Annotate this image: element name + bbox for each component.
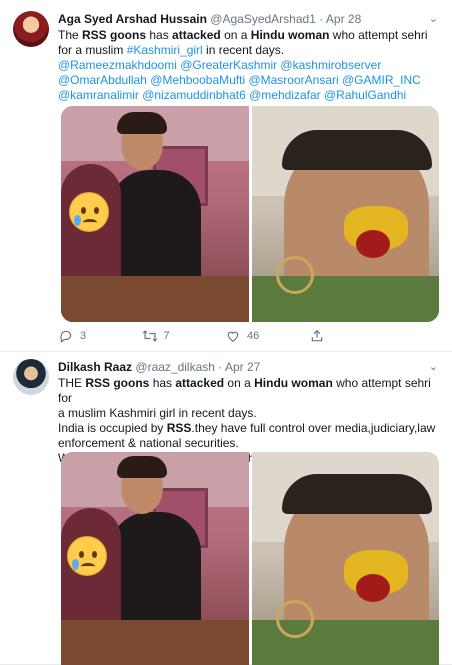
caret-down-icon[interactable]: ⌄ [429, 11, 438, 27]
text-span: The [58, 28, 83, 42]
crying-emoji-icon [69, 192, 109, 232]
share-button[interactable] [309, 328, 393, 344]
retweet-icon [142, 328, 158, 344]
timestamp[interactable]: Apr 28 [326, 12, 361, 26]
text-line: enforcement & national securities. [58, 436, 239, 450]
hair [281, 130, 432, 170]
text-line: The RSS goons has attacked on a Hindu wo… [58, 28, 440, 43]
text-bold: RSS goons [85, 376, 150, 390]
like-icon [225, 328, 241, 344]
reply-icon [58, 328, 74, 344]
text-span: in recent days. [202, 43, 285, 57]
text-span: who attempt sehri [329, 28, 428, 42]
table [61, 276, 249, 322]
mentions-line[interactable]: @Rameezmakhdoomi @GreaterKashmir @kashmi… [58, 58, 440, 73]
hashtag-link[interactable]: #Kashmiri_girl [127, 43, 203, 57]
text-bold: Hindu woman [254, 376, 333, 390]
tweet-body: Aga Syed Arshad Hussain @AgaSyedArshad1 … [58, 11, 440, 103]
tweet-header: Aga Syed Arshad Hussain @AgaSyedArshad1 … [58, 11, 440, 27]
timestamp[interactable]: Apr 27 [225, 360, 260, 374]
text-bold: attacked [172, 28, 221, 42]
text-span: has [146, 28, 173, 42]
photo-right[interactable] [251, 106, 439, 322]
tweet[interactable]: Dilkash Raaz @raaz_dilkash · Apr 27 ⌄ TH… [0, 352, 452, 665]
author-name[interactable]: Aga Syed Arshad Hussain [58, 12, 207, 26]
text-line: a muslim Kashmiri girl in recent days. [58, 406, 257, 420]
tweet-header: Dilkash Raaz @raaz_dilkash · Apr 27 ⌄ [58, 359, 440, 375]
text-bold: attacked [175, 376, 225, 390]
avatar[interactable] [13, 359, 49, 395]
hair [281, 474, 432, 514]
mentions-line[interactable]: @kamranalimir @nizamuddinbhat6 @mehdizaf… [58, 88, 440, 103]
tweet-media[interactable] [61, 452, 439, 665]
bangle [275, 600, 314, 638]
author-handle[interactable]: @raaz_dilkash [135, 360, 215, 374]
crying-emoji-icon [67, 536, 107, 576]
bangle [275, 256, 314, 294]
like-button[interactable]: 46 [225, 328, 309, 344]
text-span: has [149, 376, 176, 390]
photo-left[interactable] [61, 106, 249, 322]
photo-right[interactable] [251, 452, 439, 665]
woman-hair [117, 456, 167, 478]
like-count: 46 [247, 330, 260, 342]
author-name[interactable]: Dilkash Raaz [58, 360, 132, 374]
text-span: on a [224, 376, 255, 390]
wound [355, 230, 390, 258]
tweet-body: Dilkash Raaz @raaz_dilkash · Apr 27 ⌄ TH… [58, 359, 440, 466]
tweet[interactable]: Aga Syed Arshad Hussain @AgaSyedArshad1 … [0, 0, 452, 352]
table [61, 620, 249, 665]
mentions-line[interactable]: @OmarAbdullah @MehboobaMufti @MasroorAns… [58, 73, 440, 88]
reply-button[interactable]: 3 [58, 328, 142, 344]
text-line: for a muslim #Kashmiri_girl in recent da… [58, 43, 440, 58]
reply-count: 3 [80, 330, 87, 342]
text-span: THE [58, 376, 86, 390]
tweet-actions: 3 7 46 [58, 328, 392, 344]
share-icon [309, 328, 325, 344]
retweet-count: 7 [163, 330, 170, 342]
author-handle[interactable]: @AgaSyedArshad1 [210, 12, 316, 26]
caret-down-icon[interactable]: ⌄ [429, 359, 438, 375]
tweet-media[interactable] [61, 106, 439, 322]
text-span: for a muslim [58, 43, 127, 57]
photo-left[interactable] [61, 452, 249, 665]
tweet-text: The RSS goons has attacked on a Hindu wo… [58, 28, 440, 103]
text-bold: RSS goons [82, 28, 147, 42]
separator: · [319, 12, 324, 26]
text-span: on a [220, 28, 251, 42]
wound [355, 574, 390, 602]
avatar[interactable] [13, 11, 49, 47]
text-span: .they have full control over media,judic… [191, 421, 436, 435]
woman-hair [117, 112, 167, 134]
retweet-button[interactable]: 7 [142, 328, 226, 344]
text-bold: RSS [166, 421, 192, 435]
text-span: India is occupied by [58, 421, 167, 435]
separator: · [218, 360, 223, 374]
text-bold: Hindu woman [250, 28, 330, 42]
text-line: India is occupied by RSS.they have full … [58, 421, 440, 436]
text-line: THE RSS goons has attacked on a Hindu wo… [58, 376, 440, 406]
